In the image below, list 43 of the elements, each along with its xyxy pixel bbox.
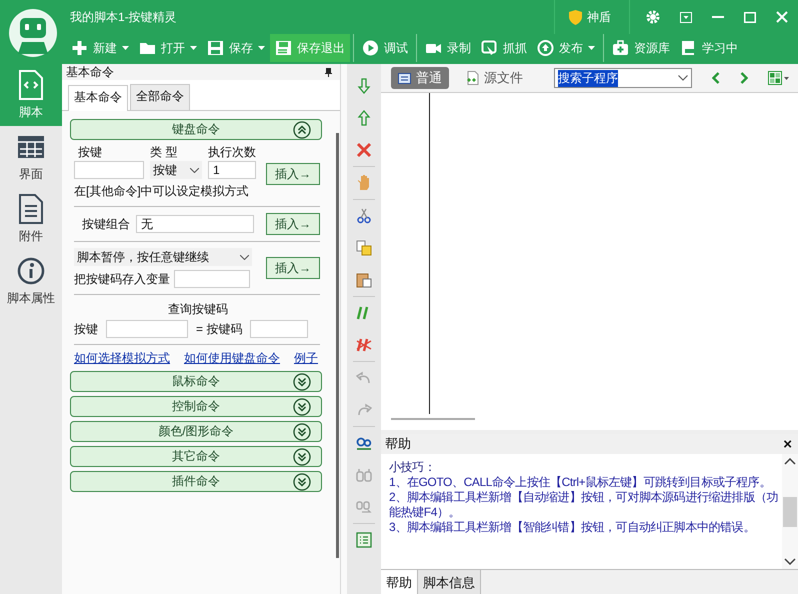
tab[interactable]: 脚本信息 (418, 570, 481, 594)
insert-button[interactable]: 插入→ (266, 257, 320, 279)
count-field[interactable]: 1 (208, 161, 256, 179)
insert-button[interactable]: 插入→ (266, 213, 320, 235)
help-link[interactable]: 例子 (294, 350, 318, 367)
type-dropdown[interactable]: 按键 (150, 161, 202, 179)
query-key-label: 按键 (74, 320, 98, 338)
close-button[interactable]: × (783, 436, 792, 452)
help-link[interactable]: 如何选择模拟方式 (74, 350, 170, 367)
section-header[interactable]: 键盘命令 (70, 119, 322, 140)
sidebar-item[interactable]: 脚本属性 (0, 250, 62, 312)
section-header[interactable]: 插件命令 (70, 471, 322, 492)
panel-title: 基本命令 (66, 64, 114, 80)
tips-heading: 小技巧： (389, 460, 436, 475)
key-combo-label: 按键组合 (82, 216, 130, 232)
sidebar-item[interactable]: 界面 (0, 126, 62, 188)
key-combo-field[interactable]: 无 (136, 215, 254, 233)
query-title: 查询按键码 (167, 301, 229, 318)
tip-text: 2、脚本编辑工具栏新增【自动缩进】按钮，可对脚本源码进行缩进排版（功能热键F4）。 (389, 490, 780, 520)
section-header[interactable]: 其它命令 (70, 446, 322, 467)
subroutine-search-field[interactable]: 搜索子程序 (554, 68, 692, 88)
tab[interactable]: 帮助 (381, 570, 418, 594)
help-title: 帮助 (385, 435, 411, 453)
tab[interactable]: 基本命令 (68, 85, 128, 111)
help-link[interactable]: 如何使用键盘命令 (184, 350, 280, 367)
view-tab[interactable]: 普通 (391, 67, 449, 89)
key-code-label: = 按键码 (196, 320, 242, 338)
store-variable-label: 把按键码存入变量 (74, 270, 170, 288)
insert-button[interactable]: 插入→ (266, 163, 320, 185)
key-label: 按键 (77, 144, 103, 161)
type-label: 类 型 (150, 144, 178, 161)
section-header[interactable]: 颜色/图形命令 (70, 421, 322, 442)
tab[interactable]: 全部命令 (130, 84, 190, 110)
section-header[interactable]: 鼠标命令 (70, 371, 322, 392)
count-label: 执行次数 (208, 144, 256, 161)
sidebar-item[interactable]: 附件 (0, 188, 62, 250)
tip-text: 1、在GOTO、CALL命令上按住【Ctrl+鼠标左键】可跳转到目标或子程序。 (389, 475, 772, 490)
tip-text: 3、脚本编辑工具栏新增【智能纠错】按钮，可自动纠正脚本中的错误。 (389, 520, 756, 535)
pause-dropdown[interactable]: 脚本暂停，按任意键继续 (74, 248, 252, 266)
view-tab[interactable]: 源文件 (459, 67, 530, 89)
hint-text: 在[其他命令]中可以设定模拟方式 (74, 183, 250, 200)
section-header[interactable]: 控制命令 (70, 396, 322, 417)
window-title: 我的脚本1-按键精灵 (70, 8, 178, 26)
